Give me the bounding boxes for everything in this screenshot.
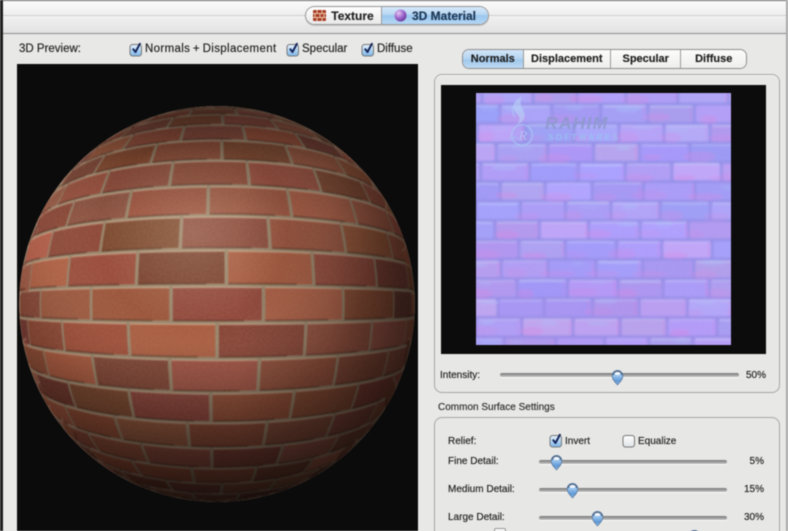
svg-text:SOFTWARES: SOFTWARES (548, 133, 620, 142)
svg-text:R: R (518, 129, 528, 144)
svg-text:RAHIM: RAHIM (545, 113, 608, 133)
